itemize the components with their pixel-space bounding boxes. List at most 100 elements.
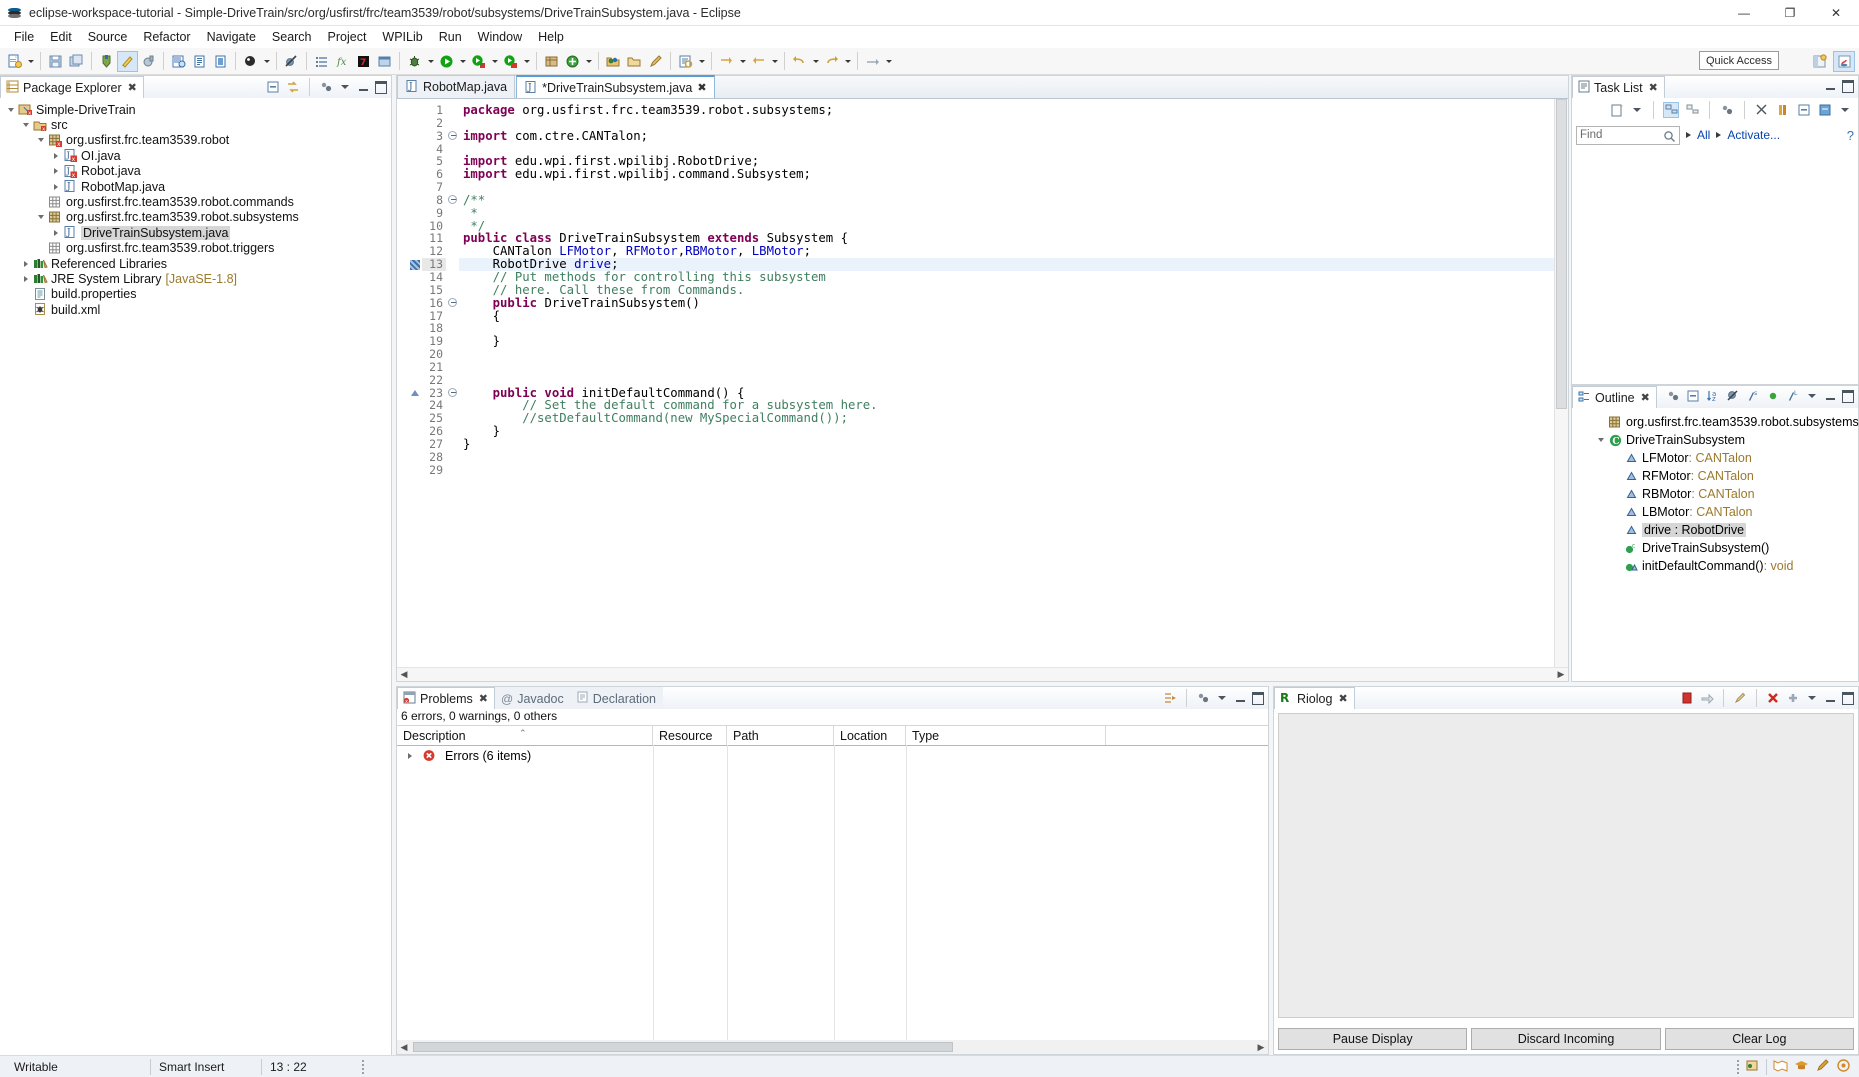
hide-non-public-icon[interactable] [1765, 388, 1781, 404]
pin-editor-icon[interactable] [862, 51, 883, 72]
outline-item[interactable]: initDefaultCommand() : void [1572, 557, 1858, 575]
coverage-dropdown-icon[interactable] [521, 51, 532, 72]
menu-navigate[interactable]: Navigate [199, 28, 264, 46]
minimize-view-icon[interactable] [1823, 388, 1837, 404]
package-tree-item[interactable]: org.usfirst.frc.team3539.robot.triggers [0, 241, 391, 256]
outline-item[interactable]: cDriveTrainSubsystem() [1572, 539, 1858, 557]
package-tree-item[interactable]: org.usfirst.frc.team3539.robot.commands [0, 194, 391, 209]
hide-fields-icon[interactable] [1725, 388, 1741, 404]
menu-wpilib[interactable]: WPILib [374, 28, 430, 46]
editor-code-line[interactable]: public DriveTrainSubsystem() [459, 297, 1554, 310]
all-filter-link[interactable]: All [1697, 128, 1710, 142]
wpilib-icon[interactable]: 7 [353, 51, 374, 72]
outline-list-icon[interactable] [311, 51, 332, 72]
debug-icon[interactable] [404, 51, 425, 72]
editor-gutter-row[interactable] [409, 284, 422, 297]
maximize-view-icon[interactable] [1841, 388, 1855, 404]
format-icon[interactable] [138, 51, 159, 72]
run-dropdown-icon[interactable] [457, 51, 468, 72]
maximize-view-icon[interactable] [374, 79, 388, 95]
package-tree-item[interactable]: JDriveTrainSubsystem.java [0, 225, 391, 240]
scroll-right-icon[interactable]: ▶ [1254, 1042, 1268, 1053]
problems-view-menu-icon[interactable] [1195, 690, 1211, 706]
menu-refactor[interactable]: Refactor [135, 28, 198, 46]
open-resource-icon[interactable] [603, 51, 624, 72]
editor-tab[interactable]: JRobotMap.java [397, 75, 515, 98]
skip-breakpoints-icon[interactable] [281, 51, 302, 72]
view-menu-chevron-icon[interactable] [338, 79, 352, 95]
editor-code-line[interactable] [459, 348, 1554, 361]
outline-tree[interactable]: org.usfirst.frc.team3539.robot.subsystem… [1572, 408, 1858, 575]
open-perspective-icon[interactable] [1745, 1058, 1760, 1076]
maximize-button[interactable]: ❐ [1767, 0, 1813, 26]
new-task-icon[interactable] [1609, 102, 1625, 118]
editor-code-line[interactable]: //setDefaultCommand(new MySpecialCommand… [459, 412, 1554, 425]
editor-gutter-row[interactable] [409, 322, 422, 335]
save-icon[interactable] [45, 51, 66, 72]
outline-view-menu-icon[interactable] [1805, 388, 1819, 404]
forward-dropdown-icon[interactable] [842, 51, 853, 72]
collapse-all-icon[interactable] [1796, 102, 1812, 118]
editor-gutter-row[interactable] [409, 155, 422, 168]
edit-log-icon[interactable] [1732, 690, 1748, 706]
editor-gutter-row[interactable] [409, 245, 422, 258]
search-dropdown-icon[interactable] [696, 51, 707, 72]
new-task-icon[interactable] [562, 51, 583, 72]
outline-item[interactable]: CDriveTrainSubsystem [1572, 431, 1858, 449]
save-all-icon[interactable] [66, 51, 87, 72]
editor-code-line[interactable]: import edu.wpi.first.wpilibj.command.Sub… [459, 168, 1554, 181]
minimize-view-icon[interactable] [1823, 78, 1837, 94]
prev-annotation-dropdown-icon[interactable] [769, 51, 780, 72]
menu-edit[interactable]: Edit [42, 28, 80, 46]
editor-gutter-row[interactable] [409, 335, 422, 348]
new-icon[interactable] [4, 51, 25, 72]
editor-gutter-row[interactable] [409, 310, 422, 323]
minimize-button[interactable]: — [1721, 0, 1767, 26]
graduation-icon[interactable] [1794, 1058, 1809, 1076]
function-icon[interactable]: fx [332, 51, 353, 72]
fold-toggle-icon[interactable] [446, 130, 459, 143]
close-icon[interactable]: ✖ [1649, 81, 1658, 94]
collapse-all-icon[interactable] [265, 79, 281, 95]
forward-icon[interactable] [821, 51, 842, 72]
problems-menu-chevron-icon[interactable] [1215, 690, 1229, 706]
editor-code-line[interactable] [459, 181, 1554, 194]
editor-code[interactable]: package org.usfirst.frc.team3539.robot.s… [459, 99, 1554, 681]
riolog-clear-log-button[interactable]: Clear Log [1665, 1028, 1854, 1050]
scheduled-presentation-icon[interactable] [1684, 102, 1700, 118]
tab-task-list[interactable]: Task List ✖ [1572, 76, 1665, 98]
editor-gutter-row[interactable] [409, 374, 422, 387]
chevron-down-icon[interactable] [34, 133, 47, 147]
chevron-right-icon[interactable] [19, 272, 32, 286]
run-icon[interactable] [436, 51, 457, 72]
synchronize-icon[interactable] [1754, 102, 1770, 118]
console-view-icon[interactable] [374, 51, 395, 72]
tab-javadoc[interactable]: @ Javadoc [495, 687, 571, 709]
search-icon[interactable] [1663, 130, 1676, 146]
hide-static-icon[interactable]: s [1745, 388, 1761, 404]
outline-item[interactable]: LBMotor : CANTalon [1572, 503, 1858, 521]
pin-editor-dropdown-icon[interactable] [883, 51, 894, 72]
editor-gutter-row[interactable] [409, 194, 422, 207]
editor-folding-gutter[interactable] [446, 99, 459, 681]
tab-problems[interactable]: x Problems ✖ [397, 687, 495, 709]
close-icon[interactable]: ✖ [1641, 391, 1650, 404]
collapse-all-icon[interactable] [1685, 388, 1701, 404]
fold-toggle-icon[interactable] [446, 387, 459, 400]
package-tree-item[interactable]: xorg.usfirst.frc.team3539.robot [0, 133, 391, 148]
focus-on-workweek-icon[interactable] [1719, 102, 1735, 118]
package-tree-item[interactable]: org.usfirst.frc.team3539.robot.subsystem… [0, 210, 391, 225]
menu-source[interactable]: Source [80, 28, 136, 46]
editor-vertical-scrollbar[interactable] [1555, 99, 1568, 667]
close-icon[interactable]: ✖ [1338, 692, 1347, 705]
editor-gutter-row[interactable] [409, 425, 422, 438]
forward-arrow-icon[interactable] [1699, 690, 1715, 706]
restore-tasks-icon[interactable] [1817, 102, 1833, 118]
activate-link[interactable]: Activate... [1727, 128, 1780, 142]
editor-gutter-row[interactable] [409, 438, 422, 451]
editor-gutter-row[interactable] [409, 168, 422, 181]
editor-annotation-gutter[interactable] [409, 99, 422, 681]
package-explorer-tree[interactable]: xSimple-DriveTrainxsrcxorg.usfirst.frc.t… [0, 98, 391, 317]
package-tree-item[interactable]: build.properties [0, 287, 391, 302]
editor-gutter-row[interactable] [409, 464, 422, 477]
